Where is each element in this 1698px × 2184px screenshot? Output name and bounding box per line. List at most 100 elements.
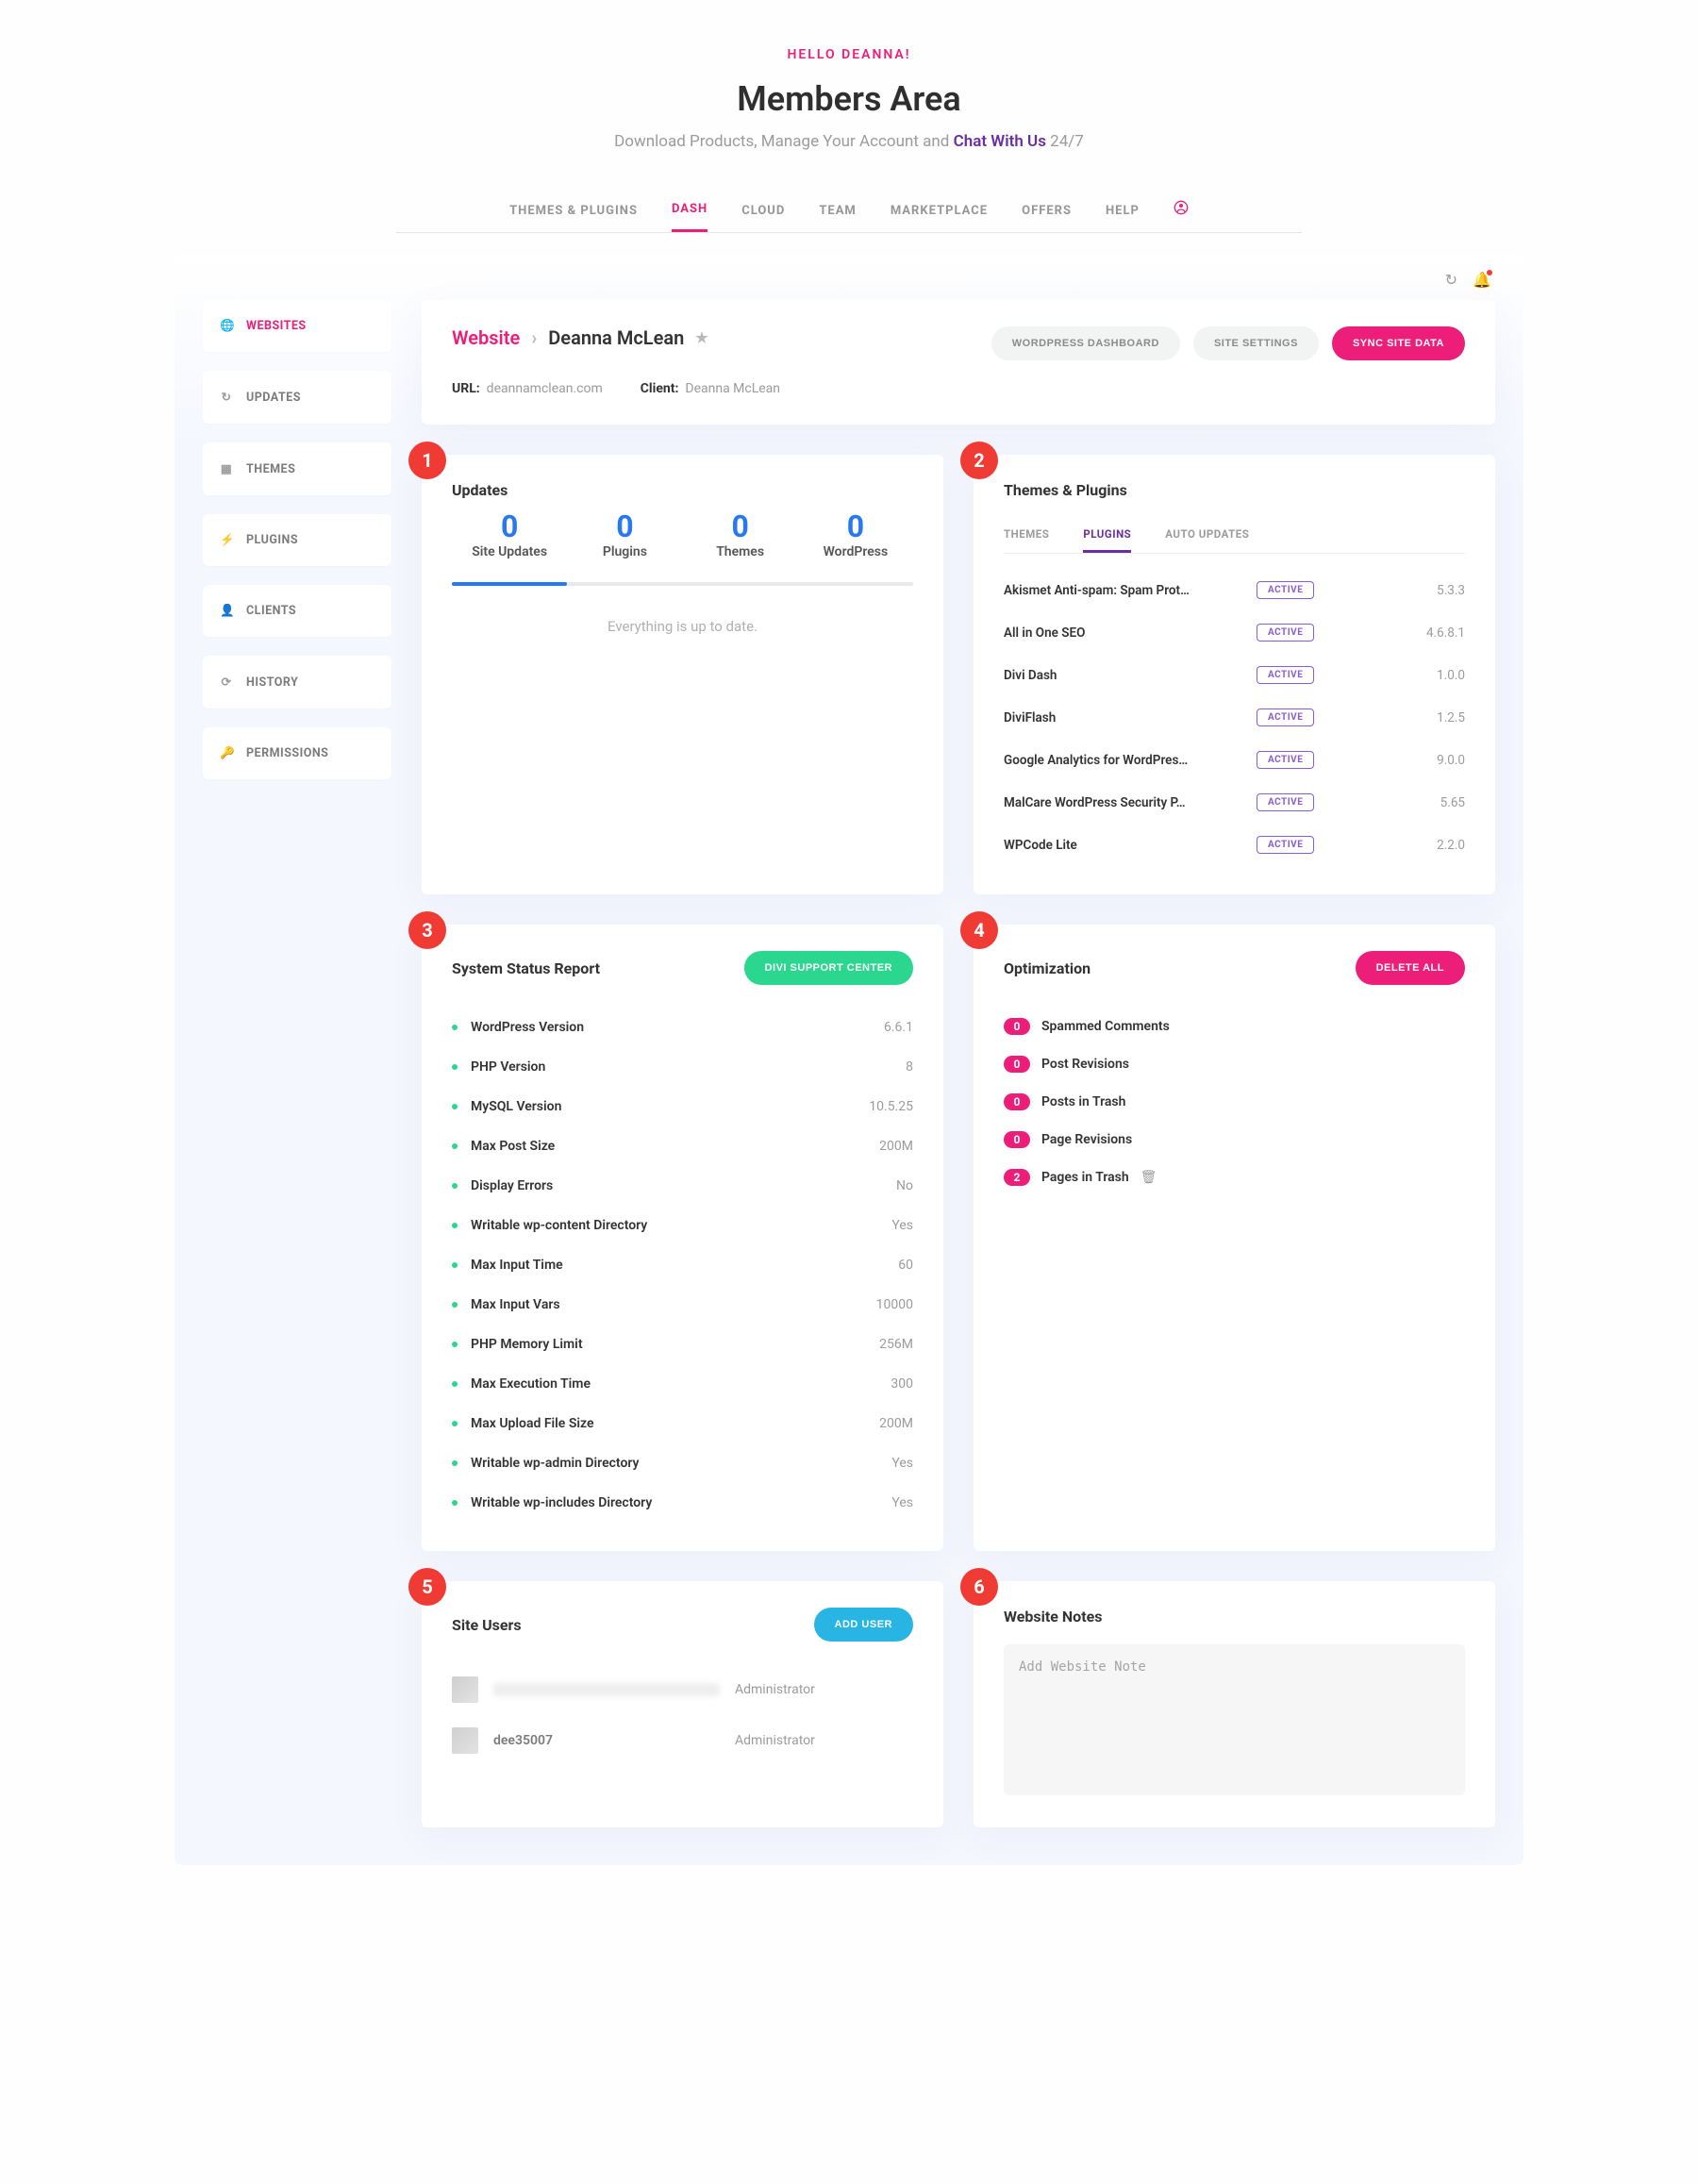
- status-label: Max Input Time: [471, 1258, 898, 1273]
- topnav-item-dash[interactable]: DASH: [672, 189, 708, 232]
- breadcrumb-website[interactable]: Website: [452, 326, 520, 349]
- user-row[interactable]: dee35007Administrator: [452, 1715, 913, 1766]
- topnav-item-offers[interactable]: OFFERS: [1022, 191, 1072, 231]
- plugin-version: 2.2.0: [1331, 838, 1465, 853]
- tab-plugins[interactable]: PLUGINS: [1083, 518, 1131, 553]
- hello-greeting: HELLO DEANNA!: [0, 47, 1698, 62]
- sidebar-item-permissions[interactable]: 🔑PERMISSIONS: [203, 727, 391, 779]
- updates-label: WordPress: [798, 544, 913, 559]
- optimization-count: 0: [1004, 1093, 1030, 1110]
- key-icon: 🔑: [220, 746, 233, 760]
- sidebar-item-label: THEMES: [246, 462, 295, 476]
- site-settings-button[interactable]: SITE SETTINGS: [1193, 326, 1319, 360]
- topnav-item-marketplace[interactable]: MARKETPLACE: [891, 191, 988, 231]
- status-row: Max Upload File Size200M: [452, 1404, 913, 1443]
- themes-plugins-card: 2 Themes & Plugins THEMESPLUGINSAUTO UPD…: [974, 455, 1495, 894]
- page-title: Members Area: [0, 79, 1698, 119]
- status-label: Writable wp-includes Directory: [471, 1495, 891, 1510]
- status-label: PHP Memory Limit: [471, 1337, 879, 1352]
- site-users-card: 5 Site Users ADD USER Administratordee35…: [422, 1581, 943, 1827]
- plugin-name: MalCare WordPress Security P…: [1004, 795, 1240, 810]
- status-dot-icon: [452, 1143, 458, 1149]
- sidebar-item-websites[interactable]: 🌐WEBSITES: [203, 300, 391, 352]
- sidebar-item-label: HISTORY: [246, 675, 298, 690]
- status-dot-icon: [452, 1500, 458, 1506]
- updates-col-plugins[interactable]: 0Plugins: [567, 508, 682, 559]
- plugin-row[interactable]: Akismet Anti-spam: Spam Prot…ACTIVE5.3.3: [1004, 569, 1465, 611]
- sidebar: 🌐WEBSITES ↻UPDATES ▦ THEMES ⚡PLUGINS 👤 CLIENTS…: [203, 300, 391, 1827]
- sidebar-item-updates[interactable]: ↻UPDATES: [203, 371, 391, 424]
- status-label: Max Post Size: [471, 1139, 879, 1154]
- updates-col-site-updates[interactable]: 0Site Updates: [452, 508, 567, 559]
- site-header-card: Website › Deanna McLean ★ WORDPRESS DASH…: [422, 300, 1495, 425]
- status-badge: ACTIVE: [1257, 709, 1314, 726]
- star-icon[interactable]: ★: [695, 329, 708, 346]
- status-badge: ACTIVE: [1257, 793, 1314, 811]
- plugin-row[interactable]: Divi DashACTIVE1.0.0: [1004, 654, 1465, 696]
- plugin-version: 1.2.5: [1331, 710, 1465, 725]
- updates-col-themes[interactable]: 0Themes: [683, 508, 798, 559]
- divi-support-center-button[interactable]: DIVI SUPPORT CENTER: [744, 951, 913, 985]
- sidebar-item-clients[interactable]: 👤 CLIENTS: [203, 585, 391, 637]
- plugin-version: 4.6.8.1: [1331, 625, 1465, 641]
- status-badge: ACTIVE: [1257, 751, 1314, 769]
- status-value: 8: [906, 1059, 913, 1075]
- user-icon[interactable]: [1174, 200, 1189, 222]
- updates-count: 0: [452, 508, 567, 544]
- status-label: Max Execution Time: [471, 1376, 891, 1392]
- wordpress-dashboard-button[interactable]: WORDPRESS DASHBOARD: [991, 326, 1180, 360]
- sidebar-item-themes[interactable]: ▦ THEMES: [203, 442, 391, 495]
- user-icon: 👤: [220, 604, 233, 618]
- site-url[interactable]: deannamclean.com: [487, 381, 603, 396]
- optimization-title: Optimization: [1004, 959, 1090, 977]
- user-row[interactable]: Administrator: [452, 1664, 913, 1715]
- sidebar-item-label: CLIENTS: [246, 604, 296, 618]
- sidebar-item-history[interactable]: ⟳ HISTORY: [203, 656, 391, 709]
- optimization-count: 0: [1004, 1056, 1030, 1073]
- refresh-icon[interactable]: ↻: [1445, 271, 1457, 289]
- plugin-row[interactable]: WPCode LiteACTIVE2.2.0: [1004, 824, 1465, 866]
- optimization-count: 0: [1004, 1131, 1030, 1148]
- plugin-row[interactable]: Google Analytics for WordPres…ACTIVE9.0.…: [1004, 739, 1465, 781]
- updates-col-wordpress[interactable]: 0WordPress: [798, 508, 913, 559]
- topnav-item-help[interactable]: HELP: [1106, 191, 1140, 231]
- plugin-row[interactable]: All in One SEOACTIVE4.6.8.1: [1004, 611, 1465, 654]
- status-value: 200M: [879, 1139, 913, 1154]
- notifications-icon[interactable]: 🔔: [1473, 271, 1491, 289]
- callout-5: 5: [408, 1568, 446, 1606]
- status-value: 60: [898, 1258, 913, 1273]
- updates-label: Plugins: [567, 544, 682, 559]
- status-value: 6.6.1: [884, 1020, 913, 1035]
- avatar: [452, 1727, 478, 1754]
- website-notes-card: 6 Website Notes: [974, 1581, 1495, 1827]
- plugin-row[interactable]: DiviFlashACTIVE1.2.5: [1004, 696, 1465, 739]
- sidebar-item-plugins[interactable]: ⚡PLUGINS: [203, 514, 391, 566]
- delete-all-button[interactable]: DELETE ALL: [1356, 951, 1465, 985]
- grid-icon: ▦: [220, 461, 233, 476]
- sync-site-data-button[interactable]: SYNC SITE DATA: [1332, 326, 1465, 360]
- status-value: 10000: [876, 1297, 913, 1312]
- optimization-label: Posts in Trash: [1041, 1094, 1125, 1109]
- website-note-input[interactable]: [1004, 1644, 1465, 1795]
- topnav-item-team[interactable]: TEAM: [819, 191, 856, 231]
- top-nav: THEMES & PLUGINS DASH CLOUD TEAM MARKETPLACE…: [396, 189, 1302, 233]
- topnav-item-cloud[interactable]: CLOUD: [741, 191, 785, 231]
- chevron-right-icon: ›: [531, 326, 537, 349]
- chat-link[interactable]: Chat With Us: [954, 132, 1046, 151]
- tab-auto-updates[interactable]: AUTO UPDATES: [1165, 518, 1249, 553]
- add-user-button[interactable]: ADD USER: [814, 1608, 913, 1642]
- topnav-item-themes-plugins[interactable]: THEMES & PLUGINS: [509, 191, 638, 231]
- breadcrumb: Website › Deanna McLean ★: [452, 326, 708, 349]
- callout-4: 4: [960, 911, 998, 949]
- plugin-name: Google Analytics for WordPres…: [1004, 753, 1240, 768]
- status-dot-icon: [452, 1064, 458, 1070]
- plugin-version: 5.65: [1331, 795, 1465, 810]
- status-value: Yes: [891, 1218, 913, 1233]
- plugin-row[interactable]: MalCare WordPress Security P… ACTIVE 5.65: [1004, 781, 1465, 824]
- tab-themes[interactable]: THEMES: [1004, 518, 1049, 553]
- history-icon: ⟳: [220, 675, 233, 690]
- plugin-version: 1.0.0: [1331, 668, 1465, 683]
- status-label: Writable wp-admin Directory: [471, 1456, 891, 1471]
- trash-icon[interactable]: 🗑: [1140, 1170, 1157, 1185]
- status-row: Writable wp-includes DirectoryYes: [452, 1483, 913, 1523]
